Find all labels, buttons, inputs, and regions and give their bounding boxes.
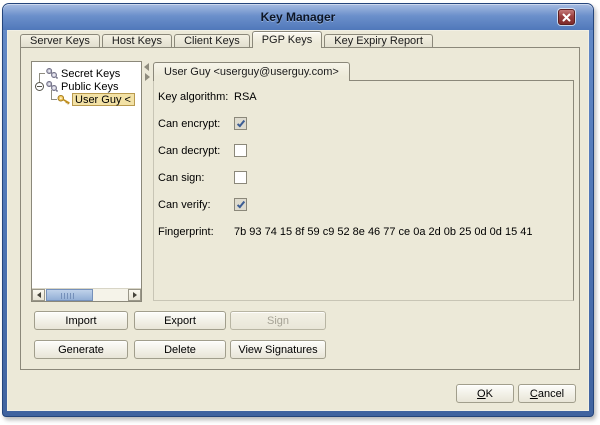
field-can-sign: Can sign:	[21, 171, 579, 185]
can-decrypt-label: Can decrypt:	[158, 145, 232, 157]
check-icon	[237, 200, 245, 209]
view-signatures-button[interactable]: View Signatures	[230, 340, 326, 359]
tree-item-label: Secret Keys	[61, 68, 120, 80]
collapse-left-icon[interactable]	[144, 63, 149, 71]
collapse-right-icon[interactable]	[145, 73, 150, 81]
can-verify-checkbox[interactable]	[234, 198, 247, 211]
field-can-verify: Can verify:	[21, 198, 579, 212]
fingerprint-label: Fingerprint:	[158, 226, 232, 238]
keys-icon	[45, 67, 59, 80]
can-sign-label: Can sign:	[158, 172, 232, 184]
tab-client-keys[interactable]: Client Keys	[174, 34, 250, 47]
can-encrypt-label: Can encrypt:	[158, 118, 232, 130]
delete-button[interactable]: Delete	[134, 340, 226, 359]
key-algorithm-value: RSA	[234, 91, 257, 103]
can-sign-checkbox[interactable]	[234, 171, 247, 184]
check-icon	[237, 119, 245, 128]
key-detail-tab[interactable]: User Guy <userguy@userguy.com>	[153, 62, 350, 81]
fingerprint-value: 7b 93 74 15 8f 59 c9 52 8e 46 77 ce 0a 2…	[234, 226, 532, 238]
screen: Key Manager Server Keys Host Keys Client…	[0, 0, 600, 425]
tab-pgp-keys[interactable]: PGP Keys	[252, 31, 323, 48]
key-manager-window: Key Manager Server Keys Host Keys Client…	[2, 3, 594, 417]
close-button[interactable]	[558, 9, 575, 25]
export-button[interactable]: Export	[134, 311, 226, 330]
sign-button[interactable]: Sign	[230, 311, 326, 330]
tree-hscrollbar[interactable]	[32, 288, 141, 301]
key-detail-panel	[153, 80, 574, 301]
ok-button[interactable]: OK	[456, 384, 514, 403]
scroll-left-button[interactable]	[32, 289, 45, 301]
close-icon	[562, 13, 571, 22]
field-can-decrypt: Can decrypt:	[21, 144, 579, 158]
can-verify-label: Can verify:	[158, 199, 232, 211]
import-button[interactable]: Import	[34, 311, 128, 330]
arrow-left-icon	[37, 292, 41, 298]
pgp-keys-panel: Secret Keys Pu	[20, 47, 580, 370]
key-algorithm-label: Key algorithm:	[158, 91, 232, 103]
scroll-right-button[interactable]	[128, 289, 141, 301]
field-key-algorithm: Key algorithm: RSA	[21, 90, 579, 104]
tab-host-keys[interactable]: Host Keys	[102, 34, 172, 47]
dialog-content: Server Keys Host Keys Client Keys PGP Ke…	[7, 30, 589, 411]
can-encrypt-checkbox[interactable]	[234, 117, 247, 130]
can-decrypt-checkbox[interactable]	[234, 144, 247, 157]
cancel-button[interactable]: Cancel	[518, 384, 576, 403]
window-title: Key Manager	[261, 10, 336, 24]
tab-key-expiry-report[interactable]: Key Expiry Report	[324, 34, 433, 47]
scrollbar-thumb[interactable]	[46, 289, 93, 301]
tree-item-secret-keys[interactable]: Secret Keys	[45, 67, 120, 80]
tab-server-keys[interactable]: Server Keys	[20, 34, 100, 47]
field-fingerprint: Fingerprint: 7b 93 74 15 8f 59 c9 52 8e …	[21, 225, 579, 239]
arrow-right-icon	[133, 292, 137, 298]
field-can-encrypt: Can encrypt:	[21, 117, 579, 131]
generate-button[interactable]: Generate	[34, 340, 128, 359]
tree-connector	[39, 73, 40, 82]
titlebar[interactable]: Key Manager	[3, 4, 593, 30]
main-tabbar: Server Keys Host Keys Client Keys PGP Ke…	[20, 31, 433, 47]
